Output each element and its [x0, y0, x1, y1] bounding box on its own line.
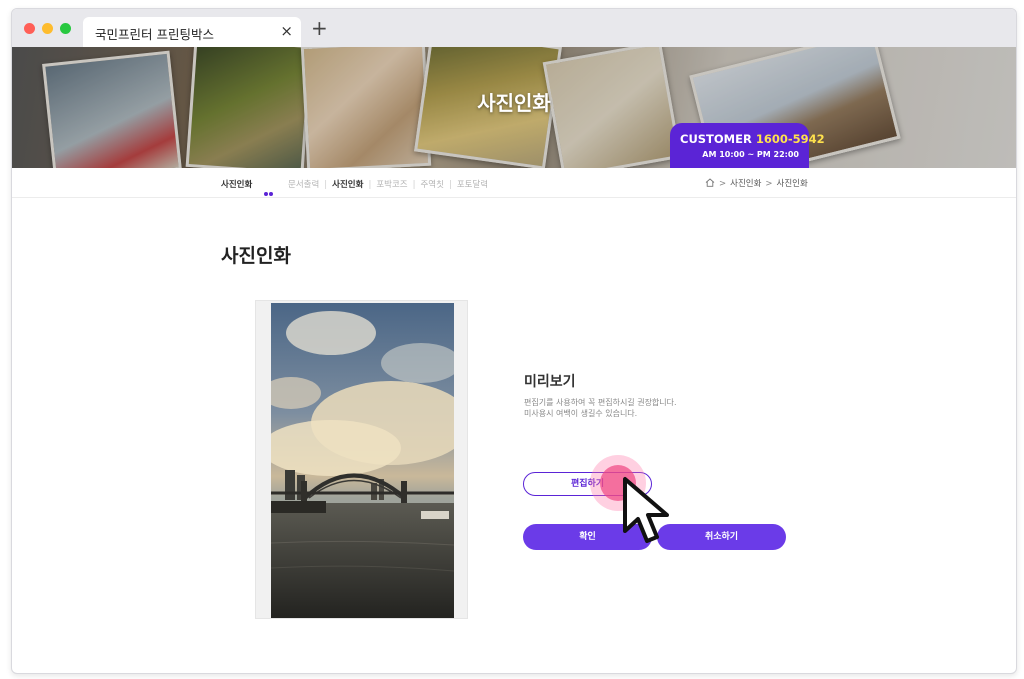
- page-title: 사진인화: [221, 245, 291, 267]
- browser-tab[interactable]: 국민프린터 프린팅박스 ×: [83, 17, 301, 47]
- customer-line: CUSTOMER 1600-5942: [680, 132, 825, 146]
- edit-button[interactable]: 편집하기: [523, 472, 652, 496]
- subnav-item-3[interactable]: 포박코즈: [376, 180, 407, 190]
- hero-banner: 사진인화 CUSTOMER 1600-5942 AM 10:00 ~ PM 22:…: [12, 47, 1016, 168]
- preview-desc-line: 미사용시 여백이 생길수 있습니다.: [524, 409, 638, 418]
- hero-title: 사진인화: [477, 91, 551, 115]
- customer-hours: AM 10:00 ~ PM 22:00: [702, 150, 799, 159]
- breadcrumb-separator: >: [719, 179, 727, 189]
- browser-chrome: 국민프린터 프린팅박스 × +: [12, 9, 1016, 47]
- maximize-window-dot[interactable]: [60, 23, 71, 34]
- tab-close-icon[interactable]: ×: [280, 22, 293, 40]
- tab-title: 국민프린터 프린팅박스: [95, 27, 214, 42]
- breadcrumb-item[interactable]: 사진인화: [730, 179, 761, 189]
- sub-navigation: 사진인화 문서출력 | 사진인화 | 포박코즈 | 주역칫 | 포토달력 > 사진인화 > 사진인화: [12, 168, 1016, 198]
- customer-phone: 1600-5942: [755, 132, 825, 146]
- subnav-separator: |: [368, 180, 372, 190]
- subnav-current-section: 사진인화: [221, 180, 253, 190]
- minimize-window-dot[interactable]: [42, 23, 53, 34]
- home-icon[interactable]: [705, 178, 715, 187]
- cancel-button[interactable]: 취소하기: [657, 524, 786, 550]
- subnav-item-photo-calendar[interactable]: 포토달력: [457, 180, 488, 190]
- subnav-separator: |: [324, 180, 328, 190]
- subnav-item-photo-print[interactable]: 사진인화: [332, 180, 363, 190]
- customer-service-box: CUSTOMER 1600-5942 AM 10:00 ~ PM 22:00: [670, 123, 825, 168]
- subnav-separator: |: [412, 180, 416, 190]
- breadcrumb-item-current: 사진인화: [776, 179, 808, 189]
- preview-photo: [271, 303, 454, 618]
- subnav-item-4[interactable]: 주역칫: [420, 180, 443, 190]
- new-tab-button[interactable]: +: [311, 16, 328, 40]
- preview-heading: 미리보기: [524, 374, 576, 390]
- breadcrumb: > 사진인화 > 사진인화: [705, 177, 808, 189]
- close-window-dot[interactable]: [24, 23, 35, 34]
- subnav-item-document-print[interactable]: 문서출력: [288, 180, 319, 190]
- preview-desc-line: 편집기를 사용하여 꼭 편집하시길 권장합니다.: [524, 398, 677, 407]
- preview-description: 편집기를 사용하여 꼭 편집하시길 권장합니다. 미사용시 여백이 생길수 있습…: [524, 397, 677, 419]
- breadcrumb-separator: >: [765, 179, 773, 189]
- confirm-button[interactable]: 확인: [523, 524, 652, 550]
- browser-window: 국민프린터 프린팅박스 × + 사진인화 CUSTOMER 1600-5942 A…: [11, 8, 1017, 674]
- menu-dots-icon[interactable]: [264, 181, 274, 200]
- customer-label: CUSTOMER: [680, 132, 752, 146]
- subnav-separator: |: [448, 180, 452, 190]
- subnav-menu: 문서출력 | 사진인화 | 포박코즈 | 주역칫 | 포토달력: [288, 178, 488, 190]
- preview-frame: [255, 300, 468, 619]
